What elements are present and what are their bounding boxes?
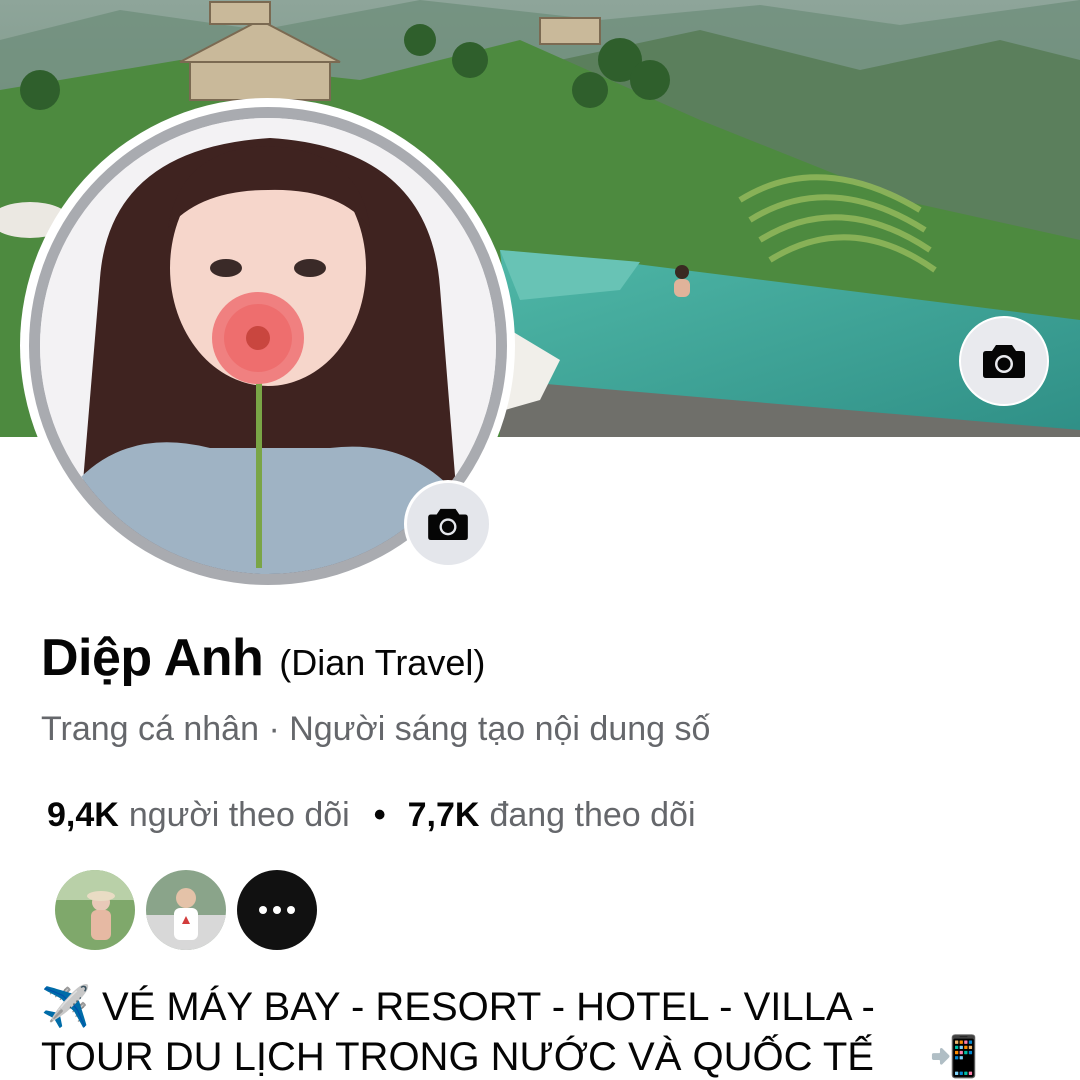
- friend-avatar[interactable]: [55, 870, 135, 950]
- friend-avatar-image: [55, 870, 135, 950]
- bio-line-1: ✈️ VÉ MÁY BAY - RESORT - HOTEL - VILLA -: [41, 982, 979, 1032]
- following-count[interactable]: 7,7K: [408, 796, 480, 835]
- camera-icon: [983, 345, 1025, 378]
- followers-count[interactable]: 9,4K: [47, 796, 119, 835]
- friend-avatar[interactable]: [146, 870, 226, 950]
- follow-stats: 9,4K người theo dõi • 7,7K đang theo dõi: [47, 796, 696, 835]
- followers-label[interactable]: người theo dõi: [129, 796, 350, 835]
- profile-name-row: Diệp Anh (Dian Travel): [41, 628, 485, 688]
- following-label[interactable]: đang theo dõi: [489, 796, 695, 835]
- profile-name: Diệp Anh: [41, 629, 264, 687]
- profile-alternate-name: (Dian Travel): [279, 642, 486, 683]
- profile-bio: ✈️ VÉ MÁY BAY - RESORT - HOTEL - VILLA -…: [41, 982, 979, 1080]
- edit-cover-photo-button[interactable]: [959, 316, 1049, 406]
- friend-avatar-image: [146, 870, 226, 950]
- mobile-phone-arrow-icon: 📲: [929, 1034, 979, 1080]
- bio-line-2: TOUR DU LỊCH TRONG NƯỚC VÀ QUỐC TẾ 📲: [41, 1032, 979, 1080]
- bio-line-1-text: VÉ MÁY BAY - RESORT - HOTEL - VILLA -: [101, 985, 875, 1029]
- stats-separator: •: [373, 796, 386, 834]
- camera-icon: [428, 508, 468, 541]
- friends-preview: [55, 870, 328, 950]
- profile-category: Trang cá nhân · Người sáng tạo nội dung …: [41, 710, 711, 748]
- airplane-icon: ✈️: [41, 984, 91, 1030]
- more-dots-icon: [256, 901, 298, 919]
- bio-line-2-text: TOUR DU LỊCH TRONG NƯỚC VÀ QUỐC TẾ: [41, 1035, 874, 1079]
- edit-profile-picture-button[interactable]: [404, 480, 492, 568]
- more-friends-button[interactable]: [237, 870, 317, 950]
